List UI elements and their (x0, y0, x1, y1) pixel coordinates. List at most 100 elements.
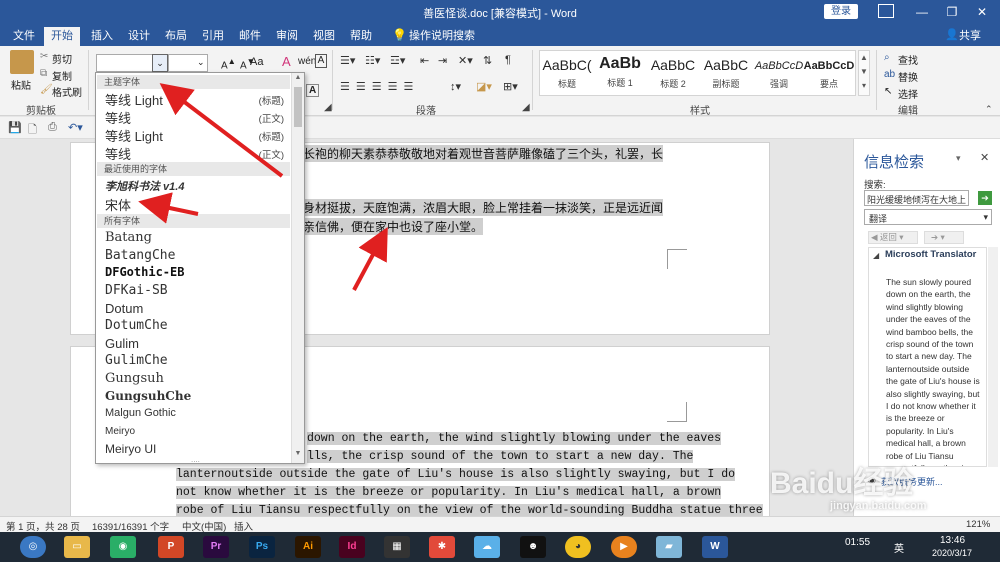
style-heading-2[interactable]: AaBbC 标题 2 (646, 51, 700, 95)
photoshop-icon[interactable]: Ps (249, 536, 275, 558)
new-document-icon[interactable]: 🗋 (28, 121, 37, 140)
font-option[interactable]: 李旭科书法 v1.4 (105, 178, 290, 195)
browser-icon[interactable]: ◎ (20, 536, 46, 558)
sort-icon[interactable]: ⇅ (483, 54, 492, 67)
font-option[interactable]: GungsuhChe (105, 389, 290, 406)
tab-design[interactable]: 设计 (121, 27, 157, 46)
character-border-icon[interactable]: A (306, 84, 320, 97)
illustrator-icon[interactable]: Ai (295, 536, 321, 558)
collapse-triangle-icon[interactable]: ◢ (873, 251, 879, 260)
video-editor-icon[interactable]: ▦ (384, 536, 410, 558)
scroll-up-icon[interactable]: ▲ (293, 74, 303, 84)
font-option[interactable]: Meiryo (105, 425, 290, 442)
tab-review[interactable]: 审阅 (269, 27, 305, 46)
tab-mailings[interactable]: 邮件 (232, 27, 268, 46)
premiere-icon[interactable]: Pr (203, 536, 229, 558)
style-heading-1[interactable]: AaBb 标题 1 (593, 51, 647, 95)
chat-app-icon[interactable]: ☁ (474, 536, 500, 558)
taskbar-date[interactable]: 2020/3/17 (932, 548, 972, 558)
restore-button[interactable]: ❐ (937, 2, 967, 22)
chinese-layout-icon[interactable]: ✕▾ (458, 54, 473, 67)
page-count[interactable]: 第 1 页，共 28 页 (6, 519, 80, 533)
style-subtitle[interactable]: AaBbC 副标题 (699, 51, 753, 95)
tab-references[interactable]: 引用 (195, 27, 231, 46)
undo-icon[interactable]: ↶▾ (68, 121, 83, 134)
alignment-icons[interactable]: ☰☰☰☰☰ (340, 80, 419, 93)
font-list-scrollbar[interactable]: ▲ ▼ (291, 73, 304, 463)
copy-button[interactable]: 复制 (52, 68, 72, 83)
wechat-icon[interactable]: ◉ (110, 536, 136, 558)
player-icon[interactable]: ▶ (611, 536, 637, 558)
font-option[interactable]: Malgun Gothic (105, 407, 290, 424)
tab-view[interactable]: 视图 (306, 27, 342, 46)
tab-file[interactable]: 文件 (6, 27, 42, 46)
phonetic-guide-icon[interactable]: wén (298, 56, 316, 67)
back-button[interactable]: ◀ 返回 ▾ (868, 231, 918, 244)
font-option[interactable]: 等线 Light (标题) (105, 126, 290, 144)
show-marks-icon[interactable]: ¶ (505, 54, 511, 66)
shading-icon[interactable]: ◪▾ (476, 80, 492, 93)
font-option[interactable]: 等线 (正文) (105, 144, 290, 162)
research-service-select[interactable]: 翻译 ▾ (864, 209, 992, 225)
font-option-songti[interactable]: 宋体 (105, 195, 290, 214)
style-title[interactable]: AaBbC( 标题 (540, 51, 594, 95)
word-icon[interactable]: W (702, 536, 728, 558)
zoom-level[interactable]: 121% (966, 519, 990, 530)
styles-gallery[interactable]: AaBbC( 标题 AaBb 标题 1 AaBbC 标题 2 AaBbC 副标题… (539, 50, 856, 96)
increase-indent-icon[interactable]: ⇥ (438, 54, 447, 67)
login-button[interactable]: 登录 (824, 4, 858, 19)
paste-icon[interactable] (10, 50, 34, 74)
style-emphasis[interactable]: AaBbCcD 强调 (752, 51, 806, 95)
doc-line[interactable]: lanternoutside outside the gate of Liu's… (176, 468, 735, 481)
enclose-characters-icon[interactable]: A (315, 54, 327, 68)
find-button[interactable]: 查找 (898, 52, 918, 67)
collapse-ribbon-icon[interactable]: ⌃ (985, 104, 993, 115)
word-count[interactable]: 16391/16391 个字 (92, 519, 169, 533)
tab-insert[interactable]: 插入 (84, 27, 120, 46)
font-option[interactable]: BatangChe (105, 248, 290, 265)
font-option[interactable]: DotumChe (105, 318, 290, 335)
decrease-indent-icon[interactable]: ⇤ (420, 54, 429, 67)
doc-line[interactable]: 亲信佛，便在家中也设了座小堂。 (303, 218, 484, 235)
grow-font-button[interactable]: A▲ (221, 56, 236, 71)
doc-line[interactable]: down on the earth, the wind slightly blo… (307, 432, 722, 445)
font-option[interactable]: DFGothic-EB (105, 265, 290, 282)
print-preview-icon[interactable]: ⎙ (48, 121, 57, 134)
minimize-button[interactable]: — (907, 2, 937, 22)
tab-home[interactable]: 开始 (44, 27, 80, 46)
notes-icon[interactable]: ▰ (656, 536, 682, 558)
replace-button[interactable]: 替换 (898, 69, 918, 84)
styles-scroll-buttons[interactable]: ▲ ▼ ▾ (858, 50, 870, 96)
doc-line[interactable]: 长袍的柳天素恭恭敬敬地对着观世音菩萨雕像磕了三个头，礼罢，长 (303, 145, 664, 162)
powerpoint-icon[interactable]: P (158, 536, 184, 558)
font-option[interactable]: Gulim (105, 336, 290, 353)
line-spacing-icon[interactable]: ↕▾ (450, 80, 461, 93)
research-search-input[interactable]: 阳光缓缓地倾泻在大地上 (864, 190, 969, 206)
tab-layout[interactable]: 布局 (158, 27, 194, 46)
language-indicator[interactable]: 中文(中国) (182, 519, 226, 533)
qq-icon[interactable]: ☻ (520, 536, 546, 558)
results-scrollbar[interactable] (988, 247, 998, 467)
scroll-thumb[interactable] (294, 87, 302, 127)
save-icon[interactable]: 💾 (8, 121, 22, 134)
indesign-icon[interactable]: Id (339, 536, 365, 558)
tab-help[interactable]: 帮助 (343, 27, 379, 46)
font-option[interactable]: Batang (105, 230, 290, 247)
font-option[interactable]: DFKai-SB (105, 283, 290, 300)
tell-me-search[interactable]: 操作说明搜索 (402, 27, 482, 46)
ribbon-display-options-icon[interactable] (878, 4, 894, 18)
format-painter-button[interactable]: 格式刷 (52, 84, 82, 99)
share-button[interactable]: 共享 (956, 27, 984, 46)
clear-formatting-icon[interactable]: A (282, 54, 291, 69)
style-strong[interactable]: AaBbCcD 要点 (802, 51, 856, 95)
change-case-button[interactable]: Aa (250, 56, 263, 68)
font-option[interactable]: Dotum (105, 301, 290, 318)
font-name-dropdown-button[interactable]: ⌄ (152, 54, 168, 72)
insert-mode[interactable]: 插入 (234, 519, 253, 533)
doc-line[interactable]: not know whether it is the breeze or pop… (176, 486, 722, 499)
font-option[interactable]: 等线 Light (标题) (105, 90, 290, 108)
doc-line[interactable]: 身材挺拔，天庭饱满，浓眉大眼，脸上常挂着一抹淡笑，正是远近闻 (303, 199, 664, 216)
borders-icon[interactable]: ⊞▾ (503, 80, 518, 93)
doc-line[interactable]: lls, the crisp sound of the town to star… (307, 450, 694, 463)
font-option[interactable]: 等线 (正文) (105, 108, 290, 126)
